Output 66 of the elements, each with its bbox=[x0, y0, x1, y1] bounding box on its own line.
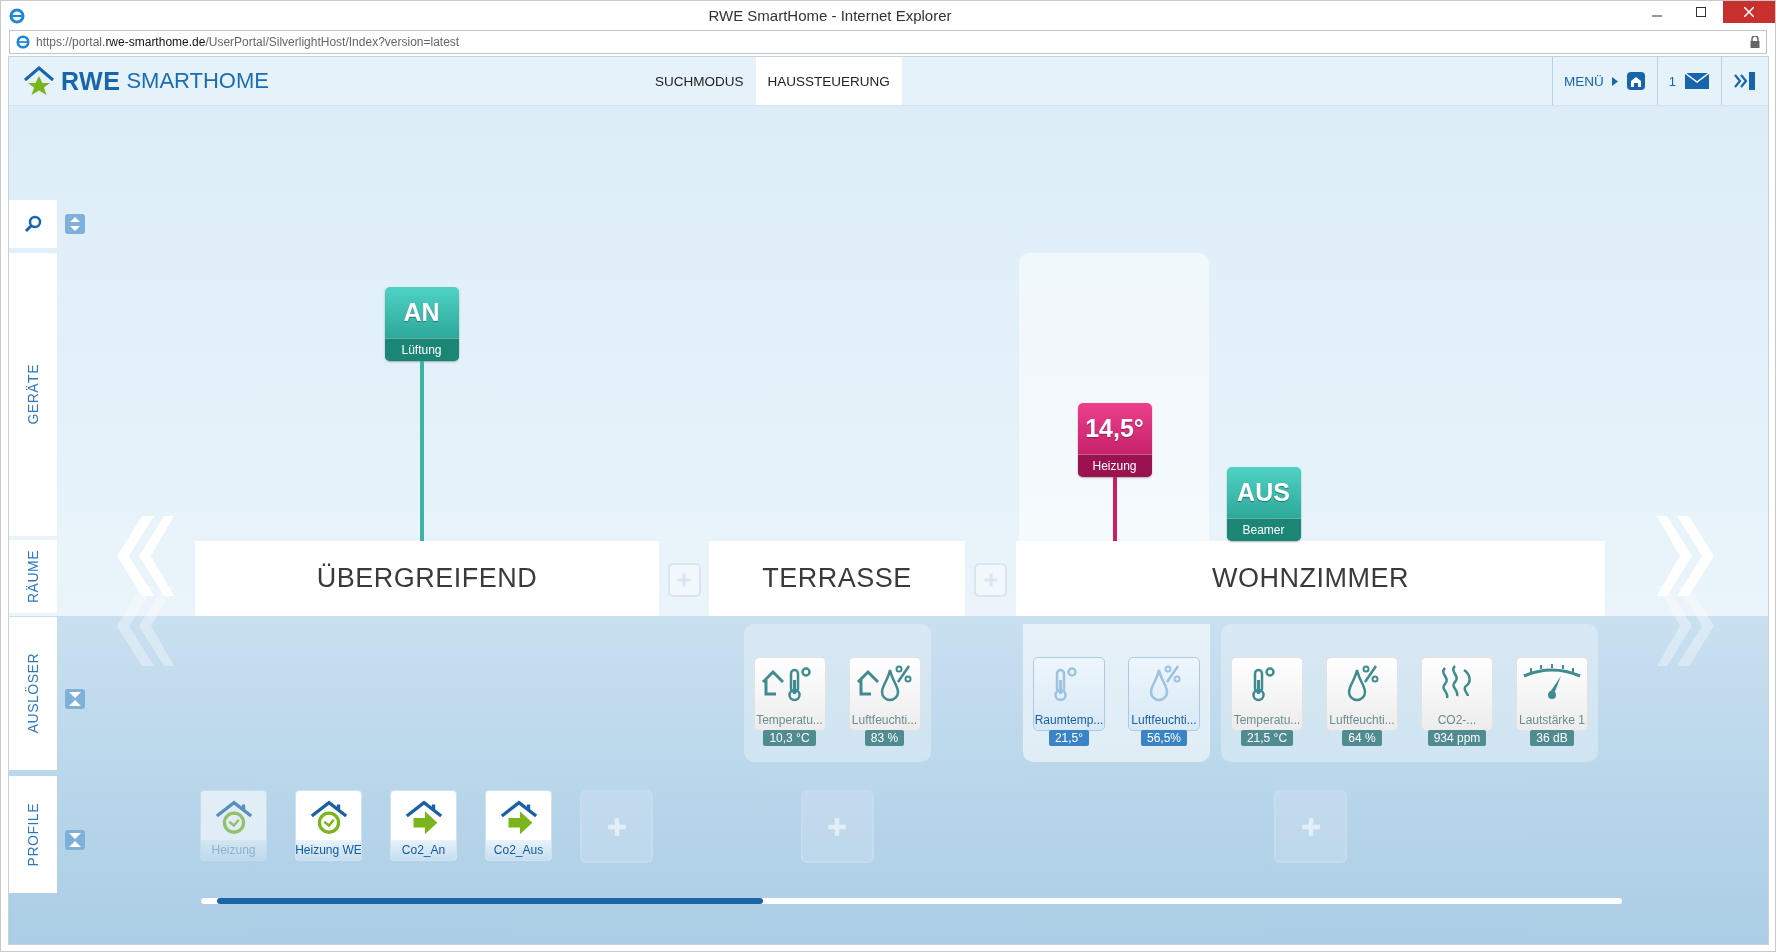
scrollbar-track[interactable] bbox=[201, 898, 1622, 904]
device-tile[interactable]: AUS Beamer bbox=[1226, 467, 1301, 541]
address-bar[interactable]: https://portal.rwe-smarthome.de/UserPortal/SilverlightHost/Index?version=latest bbox=[9, 30, 1767, 54]
add-profile-button[interactable] bbox=[800, 790, 874, 863]
sensor-value: 934 ppm bbox=[1427, 730, 1487, 746]
sidebar-section-tab[interactable]: AUSLÖSER bbox=[9, 617, 57, 770]
lock-icon bbox=[1750, 36, 1760, 48]
house-star-logo-icon bbox=[23, 66, 55, 96]
search-tab[interactable] bbox=[9, 200, 57, 248]
device-tile[interactable]: AN Lüftung bbox=[384, 287, 459, 361]
sensor-value: 83 % bbox=[864, 730, 905, 746]
add-profile-button[interactable] bbox=[1274, 790, 1347, 863]
message-count: 1 bbox=[1668, 73, 1676, 89]
sidebar-section-tab[interactable]: PROFILE bbox=[9, 776, 57, 893]
mail-icon[interactable] bbox=[1684, 72, 1710, 90]
sensor-card[interactable]: Lautstärke 1 bbox=[1516, 657, 1588, 731]
sensor-card[interactable]: Temperatu... bbox=[1231, 657, 1303, 731]
logout-icon[interactable] bbox=[1733, 71, 1757, 91]
minimize-icon bbox=[1652, 15, 1662, 17]
sensor-value: 10,3 °C bbox=[763, 730, 816, 746]
sensor-card[interactable]: CO2-... bbox=[1421, 657, 1493, 731]
browser-logo-icon bbox=[16, 35, 30, 49]
profile-tile[interactable]: Co2_Aus bbox=[485, 790, 552, 861]
plus-icon bbox=[676, 572, 692, 588]
add-profile-button[interactable] bbox=[580, 790, 653, 863]
browser-logo-icon bbox=[9, 7, 25, 24]
sensor-value: 21,5° bbox=[1048, 730, 1090, 746]
plus-icon bbox=[826, 815, 848, 838]
profile-tile[interactable]: Co2_An bbox=[390, 790, 457, 861]
add-room-button[interactable] bbox=[974, 563, 1007, 597]
window-title: RWE SmartHome - Internet Explorer bbox=[707, 7, 953, 24]
logo-text: RWE bbox=[61, 66, 121, 96]
sidebar-section-tab[interactable]: RÄUME bbox=[9, 540, 57, 613]
sensor-value: 21,5 °C bbox=[1240, 730, 1294, 746]
device-tile[interactable]: 14,5° Heizung bbox=[1077, 403, 1152, 477]
room-header[interactable]: WOHNZIMMER bbox=[1016, 541, 1605, 616]
search-icon bbox=[24, 215, 42, 233]
scrollbar-thumb[interactable] bbox=[217, 898, 763, 904]
caret-icon bbox=[1611, 76, 1618, 86]
house-icon[interactable] bbox=[1625, 71, 1646, 91]
profile-tile[interactable]: Heizung WE bbox=[295, 790, 362, 861]
menu-link[interactable]: MENÜ bbox=[1564, 73, 1604, 89]
collapse-icon[interactable] bbox=[65, 689, 85, 709]
sensor-value: 36 dB bbox=[1530, 730, 1574, 746]
url-text: https://portal.rwe-smarthome.de/UserPortal/SilverlightHost/Index?version=latest bbox=[36, 35, 461, 49]
expand-collapse-icon[interactable] bbox=[65, 214, 85, 234]
room-header[interactable]: TERRASSE bbox=[709, 541, 965, 616]
sidebar-section-tab[interactable]: GERÄTE bbox=[9, 253, 57, 536]
sensor-card[interactable]: Raumtemp... bbox=[1033, 657, 1105, 731]
logo-subtitle: SMARTHOME bbox=[126, 68, 269, 94]
sensor-card[interactable]: Temperatu... bbox=[753, 657, 826, 731]
plus-icon bbox=[605, 815, 628, 838]
room-header[interactable]: ÜBERGREIFEND bbox=[195, 541, 659, 616]
sensor-card[interactable]: Luftfeuchti... bbox=[848, 657, 921, 731]
close-icon bbox=[1744, 7, 1754, 17]
add-room-button[interactable] bbox=[667, 563, 701, 597]
sensor-card[interactable]: Luftfeuchti... bbox=[1326, 657, 1398, 731]
nav-tab[interactable]: SUCHMODUS bbox=[643, 57, 756, 105]
plus-icon bbox=[1299, 815, 1322, 838]
maximize-icon bbox=[1696, 7, 1706, 17]
sensor-value: 56,5% bbox=[1141, 730, 1187, 746]
nav-tab[interactable]: HAUSSTEUERUNG bbox=[755, 57, 902, 105]
sensor-card[interactable]: Luftfeuchti... bbox=[1128, 657, 1200, 731]
sensor-value: 64 % bbox=[1342, 730, 1382, 746]
plus-icon bbox=[982, 572, 999, 588]
collapse-icon[interactable] bbox=[65, 830, 85, 850]
